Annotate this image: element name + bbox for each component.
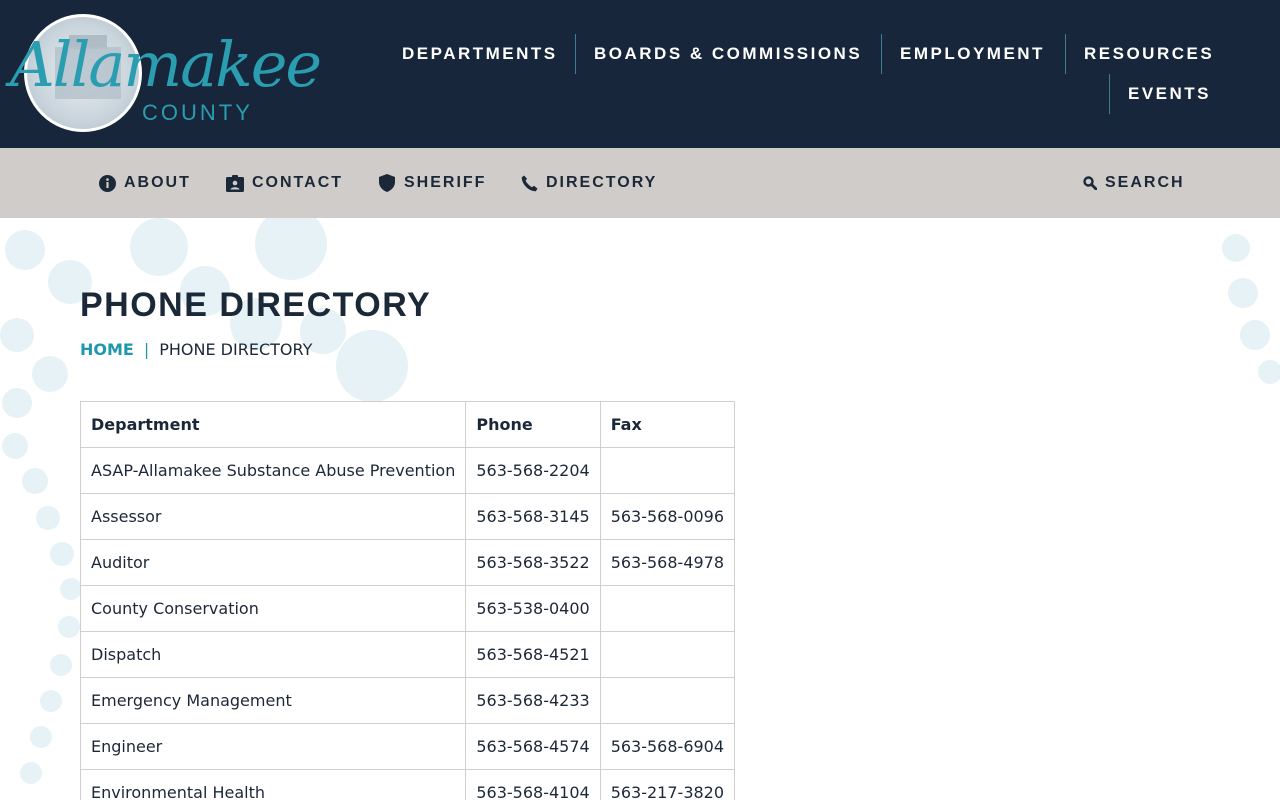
table-row: Dispatch 563-568-4521 xyxy=(79,631,736,678)
table-row: Auditor 563-568-3522 563-568-4978 xyxy=(79,539,736,586)
phone-cell: 563-568-4574 xyxy=(465,723,601,770)
nav-resources[interactable]: RESOURCES xyxy=(1084,34,1214,74)
nav-employment[interactable]: EMPLOYMENT xyxy=(900,34,1045,74)
column-header-phone: Phone xyxy=(465,401,601,448)
subnav-sheriff-label: SHERIFF xyxy=(404,174,487,191)
nav-departments[interactable]: DEPARTMENTS xyxy=(402,34,558,74)
department-cell: Emergency Management xyxy=(79,677,467,724)
nav-divider xyxy=(575,34,576,74)
subnav-directory[interactable]: DIRECTORY xyxy=(520,148,657,218)
nav-divider xyxy=(881,34,882,74)
fax-cell: 563-568-4978 xyxy=(599,539,736,586)
nav-divider xyxy=(1109,74,1110,114)
table-row: Emergency Management 563-568-4233 xyxy=(79,677,736,724)
department-cell: Engineer xyxy=(79,723,467,770)
nav-divider xyxy=(1065,34,1066,74)
subnav-about[interactable]: ABOUT xyxy=(98,148,191,218)
fax-cell xyxy=(599,447,736,494)
subnav-directory-label: DIRECTORY xyxy=(546,174,658,191)
fax-cell xyxy=(599,631,736,678)
table-row: County Conservation 563-538-0400 xyxy=(79,585,736,632)
subnav-sheriff[interactable]: SHERIFF xyxy=(378,148,486,218)
breadcrumb-current: PHONE DIRECTORY xyxy=(159,339,313,359)
contact-card-icon xyxy=(226,174,244,192)
breadcrumb: HOME | PHONE DIRECTORY xyxy=(80,338,312,360)
utility-nav: ABOUT CONTACT SHERIFF DIRECTORY SEARCH xyxy=(0,148,1280,218)
site-header: Allamakee COUNTY DEPARTMENTS BOARDS & CO… xyxy=(0,0,1280,148)
phone-directory-table: Department Phone Fax ASAP-Allamakee Subs… xyxy=(79,401,736,800)
shield-icon xyxy=(378,174,396,192)
breadcrumb-separator: | xyxy=(143,339,150,359)
fax-cell xyxy=(599,677,736,724)
department-cell: Auditor xyxy=(79,539,467,586)
phone-cell: 563-568-3145 xyxy=(465,493,601,540)
search-label: SEARCH xyxy=(1105,174,1185,191)
nav-boards-commissions[interactable]: BOARDS & COMMISSIONS xyxy=(594,34,862,74)
department-cell: County Conservation xyxy=(79,585,467,632)
phone-cell: 563-538-0400 xyxy=(465,585,601,632)
phone-cell: 563-568-4233 xyxy=(465,677,601,724)
column-header-department: Department xyxy=(79,401,467,448)
table-row: Environmental Health 563-568-4104 563-21… xyxy=(79,769,736,800)
county-logo[interactable]: Allamakee COUNTY xyxy=(10,14,330,134)
subnav-contact[interactable]: CONTACT xyxy=(226,148,343,218)
main-nav: DEPARTMENTS BOARDS & COMMISSIONS EMPLOYM… xyxy=(400,34,1260,114)
phone-cell: 563-568-2204 xyxy=(465,447,601,494)
table-row: ASAP-Allamakee Substance Abuse Preventio… xyxy=(79,447,736,494)
info-icon xyxy=(98,174,116,192)
nav-events[interactable]: EVENTS xyxy=(1128,74,1211,114)
breadcrumb-home-link[interactable]: HOME xyxy=(80,340,134,359)
table-row: Assessor 563-568-3145 563-568-0096 xyxy=(79,493,736,540)
phone-cell: 563-568-4104 xyxy=(465,769,601,800)
department-cell: ASAP-Allamakee Substance Abuse Preventio… xyxy=(79,447,467,494)
department-cell: Dispatch xyxy=(79,631,467,678)
fax-cell: 563-568-6904 xyxy=(599,723,736,770)
phone-cell: 563-568-3522 xyxy=(465,539,601,586)
fax-cell: 563-217-3820 xyxy=(599,769,736,800)
subnav-about-label: ABOUT xyxy=(124,174,191,191)
search-icon xyxy=(1082,174,1097,192)
table-header-row: Department Phone Fax xyxy=(79,401,736,448)
column-header-fax: Fax xyxy=(599,401,736,448)
department-cell: Environmental Health xyxy=(79,769,467,800)
logo-script-text: Allamakee xyxy=(10,28,322,101)
phone-cell: 563-568-4521 xyxy=(465,631,601,678)
subnav-contact-label: CONTACT xyxy=(252,174,344,191)
search-button[interactable]: SEARCH xyxy=(1082,148,1185,218)
phone-icon xyxy=(520,174,538,192)
table-row: Engineer 563-568-4574 563-568-6904 xyxy=(79,723,736,770)
page-title: PHONE DIRECTORY xyxy=(80,286,432,324)
department-cell: Assessor xyxy=(79,493,467,540)
fax-cell: 563-568-0096 xyxy=(599,493,736,540)
fax-cell xyxy=(599,585,736,632)
logo-sub-text: COUNTY xyxy=(142,100,253,125)
